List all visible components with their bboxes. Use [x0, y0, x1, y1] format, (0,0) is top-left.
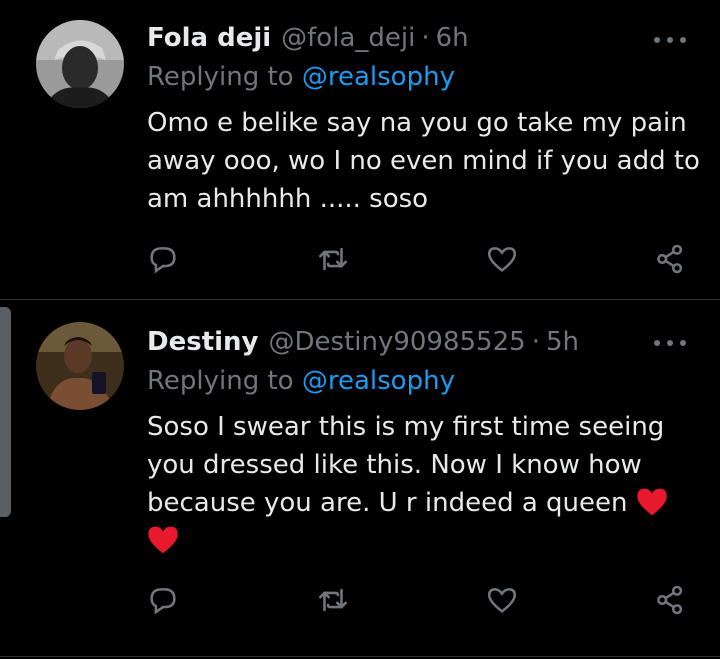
retweet-icon: [318, 247, 348, 271]
retweet-icon: [318, 588, 348, 612]
more-options-icon[interactable]: [654, 337, 686, 349]
tweet-text-line: [147, 522, 687, 560]
divider: [0, 656, 720, 657]
author-name[interactable]: Destiny: [147, 327, 259, 357]
like-button[interactable]: [484, 582, 520, 618]
heart-outline-icon: [487, 247, 517, 272]
tweet-text-line: away ooo, wo I no even mind if you add t…: [147, 146, 700, 176]
reply-button[interactable]: [145, 241, 181, 277]
share-icon: [657, 244, 683, 274]
share-icon: [657, 585, 683, 615]
like-button[interactable]: [484, 241, 520, 277]
replying-to: Replying to @realsophy: [147, 62, 455, 92]
tweet-text: Soso I swear this is my first time seein…: [147, 408, 687, 560]
comment-icon: [150, 247, 176, 274]
red-heart-emoji-icon: [637, 488, 667, 516]
comment-icon: [150, 588, 176, 615]
timestamp[interactable]: 5h: [546, 327, 579, 357]
share-button[interactable]: [652, 582, 688, 618]
share-button[interactable]: [652, 241, 688, 277]
more-options-icon[interactable]: [654, 34, 686, 46]
heart-outline-icon: [487, 588, 517, 613]
tweet-2[interactable]: Destiny @Destiny90985525 · 5h Replying t…: [0, 300, 720, 650]
retweet-button[interactable]: [315, 582, 351, 618]
tweet-text-line: am ahhhhhh ..... soso: [147, 184, 429, 214]
avatar[interactable]: [36, 20, 124, 108]
reply-button[interactable]: [145, 582, 181, 618]
reply-mention-link[interactable]: @realsophy: [302, 366, 455, 396]
tweet-text-fragment: because you are. U r indeed a queen: [147, 488, 628, 518]
tweet-text-line: you dressed like this. Now I know how: [147, 450, 642, 480]
tweet-text: Omo e belike say na you go take my pain …: [147, 104, 700, 218]
replying-to-label: Replying to: [147, 62, 294, 92]
replying-to-label: Replying to: [147, 366, 294, 396]
tweet-text-line: Soso I swear this is my first time seein…: [147, 412, 665, 442]
separator: ·: [421, 23, 430, 53]
author-handle[interactable]: @Destiny90985525: [269, 327, 526, 357]
replying-to: Replying to @realsophy: [147, 366, 455, 396]
avatar[interactable]: [36, 322, 124, 410]
reply-mention-link[interactable]: @realsophy: [302, 62, 455, 92]
tweet-text-line: Omo e belike say na you go take my pain: [147, 108, 687, 138]
tweet-1[interactable]: Fola deji @fola_deji · 6h Replying to @r…: [0, 0, 720, 298]
timestamp[interactable]: 6h: [436, 23, 469, 53]
tweet-text-line: because you are. U r indeed a queen: [147, 484, 687, 522]
author-handle[interactable]: @fola_deji: [281, 23, 415, 53]
red-heart-emoji-icon: [148, 526, 178, 554]
author-name[interactable]: Fola deji: [147, 23, 271, 53]
separator: ·: [531, 327, 540, 357]
retweet-button[interactable]: [315, 241, 351, 277]
